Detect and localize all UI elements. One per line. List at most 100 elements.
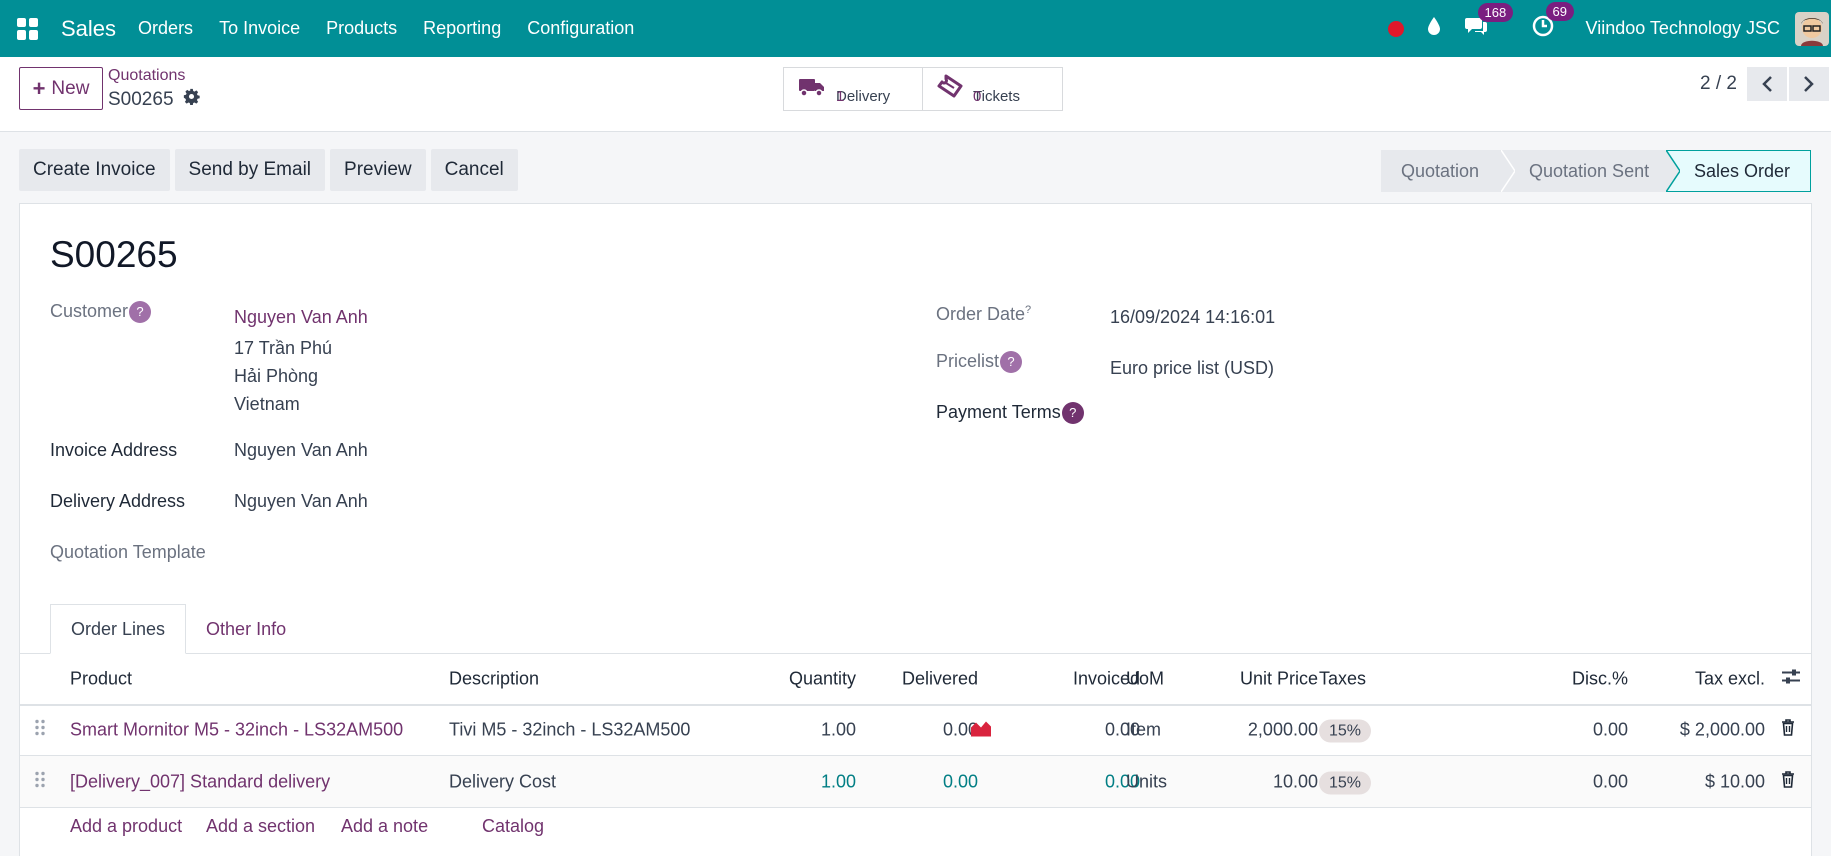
company-switcher[interactable]: Viindoo Technology JSC (1586, 18, 1780, 39)
help-icon[interactable]: ? (1061, 402, 1084, 424)
status-bar: Quotation Quotation Sent Sales Order (1381, 150, 1811, 192)
pager-next-button[interactable] (1789, 67, 1829, 101)
table-row[interactable]: Smart Mornitor M5 - 32inch - LS32AM500 T… (20, 704, 1811, 756)
truck-icon (798, 75, 826, 103)
col-taxes[interactable]: Taxes (1319, 669, 1366, 690)
column-settings-icon[interactable] (1781, 668, 1801, 691)
notebook-tabs: Order Lines Other Info (50, 604, 306, 654)
create-invoice-button[interactable]: Create Invoice (19, 149, 170, 191)
line-delivered[interactable]: 0.00 (943, 771, 978, 792)
gear-icon[interactable] (183, 88, 200, 111)
drag-handle-icon[interactable] (35, 718, 45, 741)
delivery-address-label: Delivery Address (50, 491, 186, 511)
col-tax-excl[interactable]: Tax excl. (1695, 669, 1765, 690)
quotation-template-label: Quotation Template (50, 542, 206, 562)
record-title: S00265 (50, 234, 178, 275)
tickets-smart-button[interactable]: Tickets 0 (923, 67, 1063, 111)
forecast-chart-icon[interactable] (970, 718, 992, 741)
status-quotation[interactable]: Quotation (1381, 150, 1515, 192)
catalog-link[interactable]: Catalog (482, 816, 544, 837)
status-quotation-sent[interactable]: Quotation Sent (1501, 150, 1680, 192)
table-header: Product Description Quantity Delivered I… (20, 654, 1811, 706)
line-product[interactable]: [Delivery_007] Standard delivery (70, 771, 330, 792)
cancel-button[interactable]: Cancel (430, 149, 518, 191)
line-uom[interactable]: Item (1126, 719, 1161, 740)
col-uom[interactable]: UoM (1126, 669, 1164, 690)
tab-order-lines[interactable]: Order Lines (50, 604, 187, 654)
top-navbar: Sales Orders To Invoice Products Reporti… (0, 0, 1831, 57)
line-unit-price[interactable]: 10.00 (1273, 771, 1318, 792)
line-discount[interactable]: 0.00 (1593, 771, 1628, 792)
tax-badge: 15% (1319, 719, 1372, 742)
drag-handle-icon[interactable] (35, 770, 45, 793)
line-taxes[interactable]: 15% (1319, 719, 1372, 742)
control-panel: + New Quotations S00265 Delivery 1 Tickets… (0, 57, 1831, 132)
delivery-smart-button[interactable]: Delivery 1 (783, 67, 923, 111)
col-discount[interactable]: Disc.% (1572, 669, 1628, 690)
col-product[interactable]: Product (70, 669, 132, 690)
tab-other-info[interactable]: Other Info (186, 604, 306, 654)
trash-icon[interactable] (1781, 770, 1795, 793)
preview-button[interactable]: Preview (330, 149, 426, 191)
line-product[interactable]: Smart Mornitor M5 - 32inch - LS32AM500 (70, 719, 403, 740)
app-grid-icon[interactable] (17, 17, 39, 40)
menu-configuration[interactable]: Configuration (527, 18, 634, 39)
add-note-link[interactable]: Add a note (341, 816, 428, 837)
line-quantity[interactable]: 1.00 (821, 719, 856, 740)
chat-icon[interactable]: 168 (1464, 2, 1514, 42)
messages-badge: 168 (1477, 2, 1514, 22)
menu-to-invoice[interactable]: To Invoice (219, 18, 300, 39)
line-subtotal: $ 2,000.00 (1679, 719, 1765, 739)
order-date-field[interactable]: 16/09/2024 14:16:01 (1110, 307, 1275, 328)
line-description[interactable]: Tivi M5 - 32inch - LS32AM500 (449, 719, 690, 740)
user-avatar[interactable] (1795, 11, 1829, 46)
line-discount[interactable]: 0.00 (1593, 719, 1628, 740)
line-taxes[interactable]: 15% (1319, 771, 1372, 794)
new-button[interactable]: + New (19, 67, 103, 110)
action-buttons: Create Invoice Send by Email Preview Can… (19, 149, 523, 191)
add-section-link[interactable]: Add a section (206, 816, 315, 837)
send-by-email-button[interactable]: Send by Email (174, 149, 326, 191)
record-name: S00265 (108, 88, 200, 111)
col-delivered[interactable]: Delivered (902, 669, 978, 690)
systray: 168 69 Viindoo Technology JSC (1387, 0, 1831, 57)
status-sales-order[interactable]: Sales Order (1666, 150, 1811, 192)
record-dot-icon[interactable] (1387, 20, 1404, 37)
line-unit-price[interactable]: 2,000.00 (1248, 719, 1318, 740)
droplet-icon[interactable] (1426, 16, 1442, 42)
menu-orders[interactable]: Orders (138, 18, 193, 39)
plus-icon: + (32, 75, 46, 101)
breadcrumb-quotations[interactable]: Quotations (108, 67, 185, 85)
activities-badge: 69 (1545, 1, 1574, 21)
col-quantity[interactable]: Quantity (789, 669, 856, 690)
main-menu: Orders To Invoice Products Reporting Con… (138, 18, 660, 39)
invoice-address-field[interactable]: Nguyen Van Anh (234, 440, 368, 461)
col-unit-price[interactable]: Unit Price (1240, 669, 1318, 690)
menu-products[interactable]: Products (326, 18, 397, 39)
pager: 2 / 2 (1700, 67, 1831, 101)
invoice-address-label: Invoice Address (50, 440, 178, 460)
chevron-right-icon (1804, 76, 1814, 92)
customer-field[interactable]: Nguyen Van Anh (234, 307, 368, 328)
add-product-link[interactable]: Add a product (70, 816, 182, 837)
app-name[interactable]: Sales (61, 16, 116, 42)
tax-badge: 15% (1319, 771, 1372, 794)
delivery-address-field[interactable]: Nguyen Van Anh (234, 491, 368, 512)
table-row[interactable]: [Delivery_007] Standard delivery Deliver… (20, 756, 1811, 808)
help-icon[interactable]: ? (129, 301, 152, 323)
ticket-icon (937, 74, 963, 104)
activity-clock-icon[interactable]: 69 (1532, 1, 1574, 43)
line-subtotal: $ 10.00 (1704, 771, 1765, 791)
customer-address-line2: Hải Phòng (234, 366, 319, 386)
line-quantity[interactable]: 1.00 (821, 771, 856, 792)
menu-reporting[interactable]: Reporting (423, 18, 501, 39)
col-description[interactable]: Description (449, 669, 539, 690)
help-icon[interactable]: ? (1000, 351, 1023, 373)
chevron-left-icon (1762, 76, 1772, 92)
pricelist-field[interactable]: Euro price list (USD) (1110, 358, 1274, 379)
pager-previous-button[interactable] (1747, 67, 1787, 101)
trash-icon[interactable] (1781, 718, 1795, 741)
line-description[interactable]: Delivery Cost (449, 771, 556, 792)
pager-value[interactable]: 2 / 2 (1700, 73, 1737, 95)
line-uom[interactable]: Units (1126, 771, 1167, 792)
